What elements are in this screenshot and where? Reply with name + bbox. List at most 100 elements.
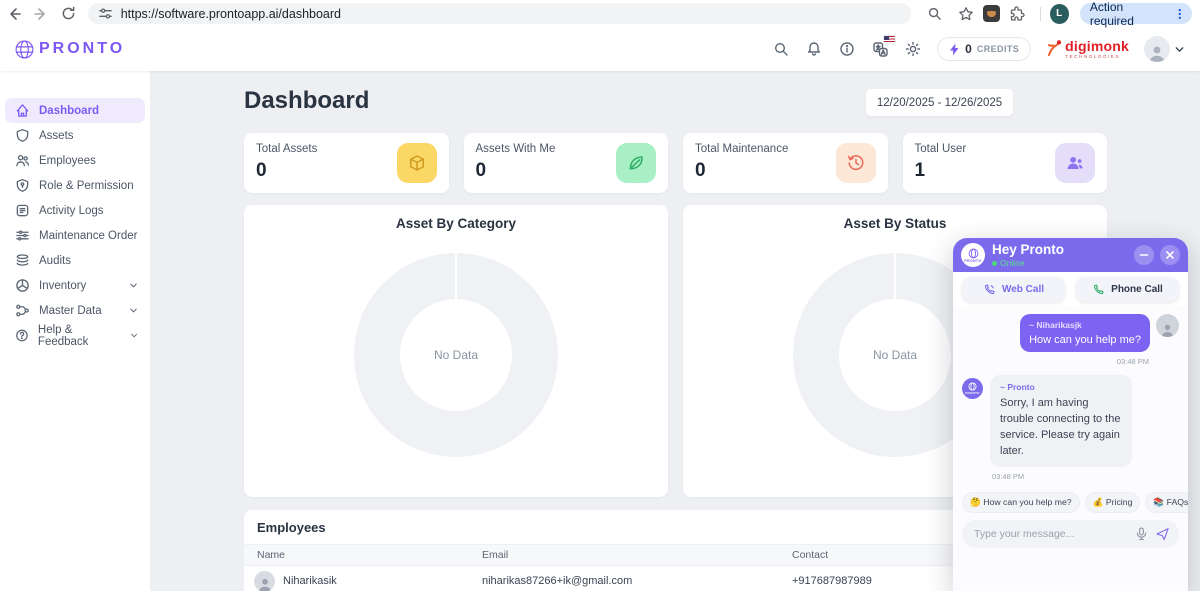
quick-reply-chip[interactable]: 📚 FAQs xyxy=(1145,492,1188,513)
url-bar[interactable]: https://software.prontoapp.ai/dashboard xyxy=(88,3,911,24)
online-label: Online xyxy=(1000,259,1025,268)
info-icon[interactable] xyxy=(838,40,856,58)
page-title: Dashboard xyxy=(244,87,369,115)
home-icon xyxy=(15,103,30,118)
chat-header: PRONTO Hey Pronto Online xyxy=(953,238,1188,272)
user-menu[interactable] xyxy=(1144,36,1186,62)
brand-text: PRONTO xyxy=(39,40,125,58)
bolt-icon xyxy=(949,43,960,56)
chevron-down-icon[interactable] xyxy=(1173,43,1186,56)
stats-row: Total Assets 0 Assets With Me 0 Total Ma… xyxy=(244,133,1107,193)
sidebar-item-label: Assets xyxy=(39,130,74,142)
sidebar-item-master-data[interactable]: Master Data xyxy=(5,298,145,323)
stat-card-total-assets: Total Assets 0 xyxy=(244,133,449,193)
sidebar-item-maintenance-order[interactable]: Maintenance Order xyxy=(5,223,145,248)
stat-card-total-user: Total User 1 xyxy=(903,133,1108,193)
column-header-name: Name xyxy=(244,549,482,561)
kebab-menu-icon[interactable] xyxy=(1174,7,1186,21)
box-icon xyxy=(397,143,437,183)
chat-input-row xyxy=(962,520,1179,548)
close-icon[interactable] xyxy=(1160,245,1180,265)
chevron-down-icon[interactable] xyxy=(129,330,139,341)
browser-actions: L Action required xyxy=(921,0,1200,27)
message-sender: ~ Pronto xyxy=(1000,382,1122,392)
sidebar-item-dashboard[interactable]: Dashboard xyxy=(5,98,145,123)
chat-message-input[interactable] xyxy=(974,528,1128,540)
search-icon[interactable] xyxy=(772,40,790,58)
column-header-email: Email xyxy=(482,549,792,561)
employee-email: niharikas87266+ik@gmail.com xyxy=(482,575,792,587)
sidebar-item-label: Audits xyxy=(39,255,71,267)
action-required-label: Action required xyxy=(1090,0,1168,28)
quick-replies: 🤔 How can you help me? 💰 Pricing 📚 FAQs xyxy=(953,481,1188,513)
chat-messages: ~ Niharikasjk How can you help me? 03:48… xyxy=(953,306,1188,481)
app-header: PRONTO 0 CREDITS xyxy=(0,27,1200,71)
stat-card-assets-with-me: Assets With Me 0 xyxy=(464,133,669,193)
quick-reply-chip[interactable]: 🤔 How can you help me? xyxy=(962,492,1080,513)
pronto-logo[interactable]: PRONTO xyxy=(14,39,125,60)
sidebar-item-inventory[interactable]: Inventory xyxy=(5,273,145,298)
sidebar-item-employees[interactable]: Employees xyxy=(5,148,145,173)
sidebar-item-label: Dashboard xyxy=(39,105,99,117)
send-icon[interactable] xyxy=(1155,527,1170,541)
users-icon xyxy=(1055,143,1095,183)
pronto-chat-logo: PRONTO xyxy=(961,243,985,267)
minimize-button[interactable] xyxy=(1134,245,1154,265)
web-call-label: Web Call xyxy=(1002,284,1044,295)
sidebar-item-label: Role & Permission xyxy=(39,180,134,192)
language-translate-icon[interactable] xyxy=(871,40,889,58)
digimonk-sub: TECHNOLOGIES xyxy=(1065,55,1129,60)
bot-avatar-text: PRONTO xyxy=(965,391,980,395)
help-icon xyxy=(15,328,29,343)
forward-button[interactable] xyxy=(27,0,54,27)
pinned-extension-icon[interactable] xyxy=(983,5,999,22)
screen: https://software.prontoapp.ai/dashboard … xyxy=(0,0,1200,591)
chevron-down-icon[interactable] xyxy=(128,305,139,316)
stat-card-total-maintenance: Total Maintenance 0 xyxy=(683,133,888,193)
chevron-down-icon[interactable] xyxy=(128,280,139,291)
action-required-chip[interactable]: Action required xyxy=(1080,3,1192,24)
search-tabs-icon[interactable] xyxy=(921,0,948,27)
pronto-bot-avatar: PRONTO xyxy=(962,378,983,399)
site-settings-icon[interactable] xyxy=(98,6,113,21)
sidebar-item-label: Master Data xyxy=(39,305,102,317)
extensions-puzzle-icon[interactable] xyxy=(1004,0,1031,27)
chart-title: Asset By Status xyxy=(683,205,1107,231)
browser-toolbar: https://software.prontoapp.ai/dashboard … xyxy=(0,0,1200,27)
user-avatar[interactable] xyxy=(1144,36,1170,62)
mic-icon[interactable] xyxy=(1136,527,1147,541)
sidebar-item-label: Inventory xyxy=(39,280,86,292)
url-text[interactable]: https://software.prontoapp.ai/dashboard xyxy=(121,7,341,21)
back-button[interactable] xyxy=(0,0,27,27)
sidebar-item-label: Activity Logs xyxy=(39,205,104,217)
theme-toggle-sun-icon[interactable] xyxy=(904,40,922,58)
log-list-icon xyxy=(15,203,30,218)
chat-status: Online xyxy=(992,259,1064,268)
bookmark-star-icon[interactable] xyxy=(952,0,979,27)
user-message: ~ Niharikasjk How can you help me? xyxy=(962,314,1179,352)
no-data-text: No Data xyxy=(434,348,478,362)
user-bubble: ~ Niharikasjk How can you help me? xyxy=(1020,314,1150,352)
date-range-picker[interactable]: 12/20/2025 - 12/26/2025 xyxy=(866,89,1013,116)
bot-bubble: ~ Pronto Sorry, I am having trouble conn… xyxy=(990,375,1132,467)
web-call-button[interactable]: Web Call xyxy=(962,277,1065,302)
employee-avatar xyxy=(254,571,275,591)
user-chat-avatar xyxy=(1156,314,1179,337)
phone-call-button[interactable]: Phone Call xyxy=(1076,277,1179,302)
online-dot xyxy=(992,261,997,266)
sidebar-item-role-permission[interactable]: Role & Permission xyxy=(5,173,145,198)
divider xyxy=(1040,7,1041,21)
sidebar-item-audits[interactable]: Audits xyxy=(5,248,145,273)
reload-button[interactable] xyxy=(54,0,81,27)
employee-name: Niharikasik xyxy=(283,575,337,587)
credits-pill[interactable]: 0 CREDITS xyxy=(937,37,1031,61)
browser-profile-avatar[interactable]: L xyxy=(1050,4,1069,24)
sidebar-item-assets[interactable]: Assets xyxy=(5,123,145,148)
shield-icon xyxy=(15,128,30,143)
notifications-bell-icon[interactable] xyxy=(805,40,823,58)
quick-reply-chip[interactable]: 💰 Pricing xyxy=(1085,492,1141,513)
sidebar: Dashboard Assets Employees Role & Permis… xyxy=(0,71,150,591)
digimonk-icon xyxy=(1046,39,1063,58)
sidebar-item-activity-logs[interactable]: Activity Logs xyxy=(5,198,145,223)
sidebar-item-help-feedback[interactable]: Help & Feedback xyxy=(5,323,145,348)
